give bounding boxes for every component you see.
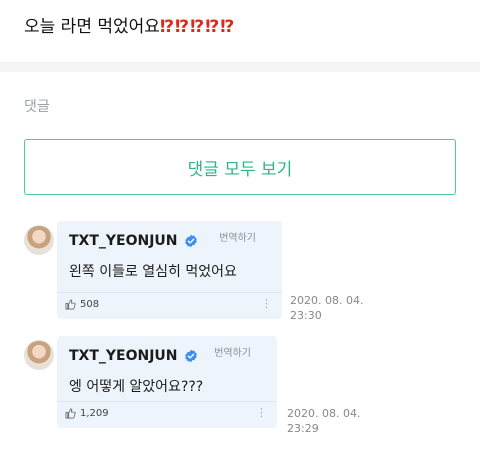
post-title-marks: ⁉⁉⁉⁉⁉ bbox=[159, 17, 236, 37]
comment-text: 왼쪽 이들로 열심히 먹었어요 bbox=[69, 264, 237, 280]
comment-bubble: TXT_YEONJUN 번역하기 엥 어떻게 알았어요??? 1,209 ⋮ bbox=[57, 336, 277, 428]
like-count: 1,209 bbox=[80, 408, 109, 419]
avatar[interactable] bbox=[24, 225, 54, 255]
like-count: 508 bbox=[80, 299, 100, 310]
more-vertical-icon[interactable]: ⋮ bbox=[261, 297, 272, 311]
comment-footer: 508 ⋮ bbox=[57, 292, 282, 319]
comment-time: 23:29 bbox=[287, 422, 319, 435]
comment-footer: 1,209 ⋮ bbox=[57, 401, 277, 428]
translate-button[interactable]: 번역하기 bbox=[214, 344, 251, 359]
comment-timestamp: 2020. 08. 04. 23:29 bbox=[287, 406, 360, 436]
comment-timestamp: 2020. 08. 04. 23:30 bbox=[290, 293, 363, 323]
more-vertical-icon[interactable]: ⋮ bbox=[256, 406, 267, 420]
section-divider bbox=[0, 62, 480, 72]
view-all-comments-button[interactable]: 댓글 모두 보기 bbox=[24, 139, 456, 195]
comment-time: 23:30 bbox=[290, 309, 322, 322]
comment-author[interactable]: TXT_YEONJUN bbox=[69, 233, 198, 249]
comment-date: 2020. 08. 04. bbox=[287, 407, 361, 420]
like-button[interactable]: 1,209 bbox=[65, 408, 109, 419]
comment-bubble: TXT_YEONJUN 번역하기 왼쪽 이들로 열심히 먹었어요 508 ⋮ bbox=[57, 221, 282, 319]
thumbs-up-icon bbox=[65, 299, 76, 310]
like-button[interactable]: 508 bbox=[65, 299, 99, 310]
thumbs-up-icon bbox=[65, 408, 76, 419]
verified-badge-icon bbox=[184, 234, 197, 248]
comment-date: 2020. 08. 04. bbox=[290, 294, 364, 307]
comment-text: 엥 어떻게 알았어요??? bbox=[69, 379, 204, 395]
comment-author-name: TXT_YEONJUN bbox=[69, 348, 178, 364]
comments-section-label: 댓글 bbox=[24, 99, 50, 115]
comment-author-name: TXT_YEONJUN bbox=[69, 233, 178, 249]
verified-badge-icon bbox=[184, 349, 197, 363]
post-title: 오늘 라면 먹었어요⁉⁉⁉⁉⁉ bbox=[24, 12, 235, 37]
post-title-text: 오늘 라면 먹었어요 bbox=[24, 17, 160, 37]
avatar[interactable] bbox=[24, 340, 54, 370]
translate-button[interactable]: 번역하기 bbox=[219, 229, 256, 244]
comment-author[interactable]: TXT_YEONJUN bbox=[69, 348, 198, 364]
